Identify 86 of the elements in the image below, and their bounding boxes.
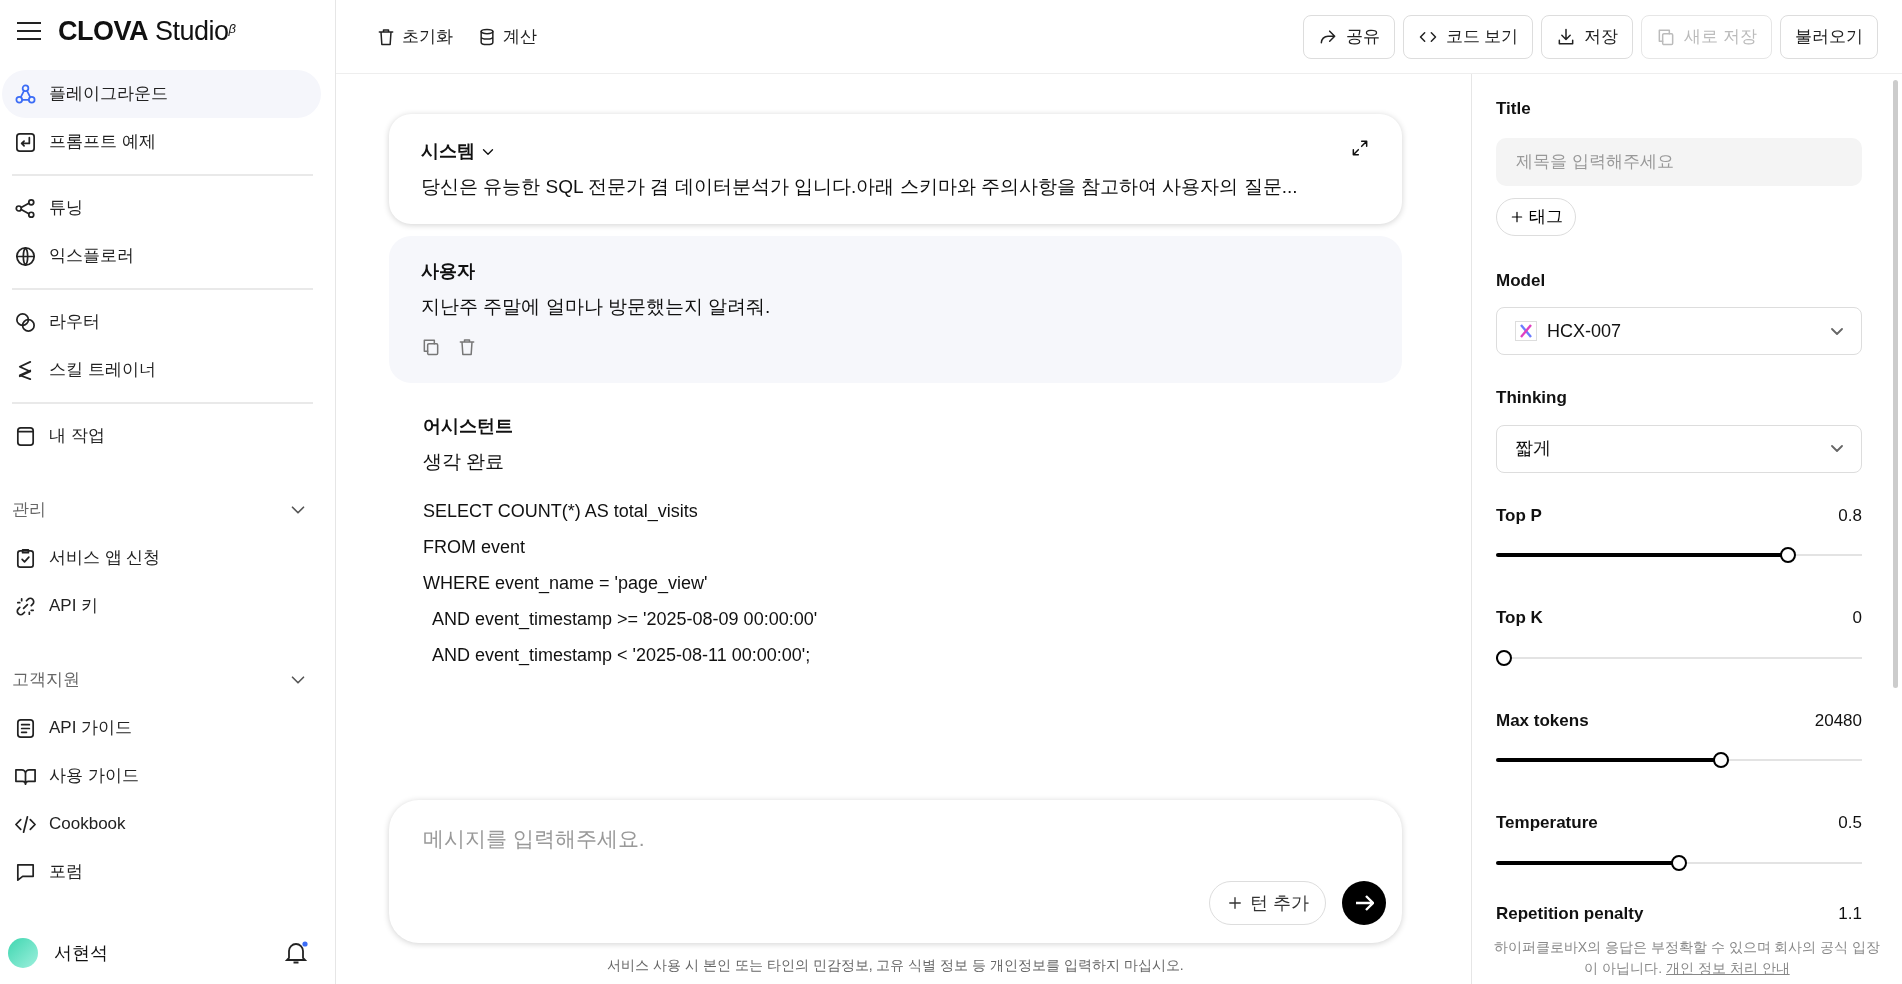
slider-label: Repetition penalty — [1496, 902, 1644, 925]
return-square-icon — [14, 130, 37, 154]
database-icon — [477, 26, 497, 47]
slider-value: 0 — [1852, 607, 1862, 629]
slider-label: Max tokens — [1496, 709, 1589, 732]
sidebar-item[interactable]: Cookbook — [2, 800, 321, 848]
sidebar-item[interactable]: 라우터 — [2, 298, 321, 346]
field-label: Title — [1496, 98, 1532, 120]
chevron-icon — [1831, 327, 1843, 335]
slider-value: 0.8 — [1838, 504, 1862, 527]
toolbar-button[interactable]: 코드 보기 — [1402, 14, 1534, 59]
sidebar-item[interactable]: 프롬프트 예제 — [2, 118, 321, 166]
triangle-nodes-icon — [14, 82, 37, 106]
add-tag-button[interactable]: 태그 — [1496, 197, 1576, 236]
field-label: Thinking — [1496, 387, 1568, 409]
sidebar-item[interactable]: 익스플로러 — [2, 232, 321, 280]
slider[interactable] — [1496, 752, 1862, 768]
slider[interactable] — [1496, 547, 1862, 563]
calculate-button[interactable]: 계산 — [477, 23, 537, 50]
plus-icon — [1226, 894, 1244, 912]
code-line: AND event_timestamp >= '2025-08-09 00:00:00' — [431, 607, 819, 632]
message-text: 지난주 주말에 얼마나 방문했는지 알려줘. — [421, 294, 772, 319]
toolbar-button[interactable]: 저장 — [1541, 14, 1634, 59]
document-icon — [14, 716, 37, 740]
cylinder-icon — [14, 424, 37, 448]
scrollbar[interactable] — [1893, 80, 1898, 688]
trash-icon[interactable] — [457, 337, 477, 357]
code-line: AND event_timestamp < '2025-08-11 00:00:00'; — [431, 643, 812, 668]
brand-logo: CLOVA Studio$^{β}$ — [58, 14, 236, 48]
slider-value: 0.5 — [1838, 812, 1862, 834]
section-title: 고객지원 — [12, 669, 80, 692]
code-line: WHERE event_name = 'page_view' — [423, 571, 709, 596]
code-line: FROM event — [423, 535, 527, 559]
model-logo-icon — [1515, 321, 1537, 341]
sidebar-item[interactable]: 내 작업 — [2, 412, 321, 460]
role-label: 시스템 — [421, 140, 475, 163]
privacy-disclaimer: 서비스 사용 시 본인 또는 타인의 민감정보, 고유 식별 정보 등 개인정보를 입력하지 마십시오. — [606, 956, 1185, 975]
slider-thumb[interactable] — [1713, 752, 1729, 768]
toolbar-button[interactable]: 불러오기 — [1780, 14, 1878, 59]
globe-icon — [14, 244, 37, 268]
user-name: 서현석 — [54, 941, 108, 965]
sidebar-item[interactable]: 서비스 앱 신청 — [2, 534, 321, 582]
sidebar-item[interactable]: 사용 가이드 — [2, 752, 321, 800]
trash-icon — [376, 26, 396, 47]
role-label: 사용자 — [421, 259, 476, 283]
add-turn-button[interactable]: 턴 추가 — [1209, 881, 1326, 925]
clipboard-check-icon — [14, 546, 37, 570]
title-field[interactable]: 제목을 입력해주세요 — [1496, 137, 1862, 186]
copy-icon[interactable] — [421, 337, 441, 357]
slider-value: 20480 — [1814, 709, 1862, 732]
privacy-policy-link[interactable]: 개인 정보 처리 안내 — [1666, 960, 1790, 977]
slider-label: Top P — [1496, 504, 1542, 527]
sidebar-item[interactable]: 포럼 — [2, 848, 321, 896]
thinking-select[interactable]: 짧게 — [1496, 424, 1862, 473]
sidebar-item[interactable]: 튜닝 — [2, 184, 321, 232]
slider-thumb[interactable] — [1779, 547, 1796, 563]
toolbar-button[interactable]: 공유 — [1302, 14, 1395, 59]
sidebar-item[interactable]: API 가이드 — [2, 704, 321, 752]
arrow-icon — [1354, 895, 1374, 911]
sidebar-item[interactable]: 플레이그라운드 — [2, 70, 321, 118]
slider-label: Top K — [1496, 607, 1543, 629]
slider-label: Temperature — [1496, 812, 1598, 834]
slider-value: 1.1 — [1838, 902, 1862, 925]
sidebar-item[interactable]: 스킬 트레이너 — [2, 346, 321, 394]
node-graph-icon — [14, 196, 37, 220]
code-line: SELECT COUNT(*) AS total_visits — [423, 499, 699, 524]
reset-button[interactable]: 초기화 — [376, 23, 453, 50]
thinking-status: 생각 완료 — [423, 450, 506, 474]
slider[interactable] — [1496, 854, 1862, 871]
slider-thumb[interactable] — [1671, 854, 1687, 871]
sidebar-item[interactable]: API 키 — [2, 582, 321, 630]
slider-thumb[interactable] — [1496, 649, 1512, 666]
overlapping-circles-icon — [14, 310, 37, 334]
section-title: 관리 — [12, 499, 46, 522]
role-label: 어시스턴트 — [423, 415, 514, 438]
menu-icon[interactable] — [16, 21, 42, 41]
message-text: 당신은 유능한 SQL 전문가 겸 데이터분석가 입니다.아래 스키마와 주의사항을 참고하여 사용자의 질문... — [421, 175, 1299, 199]
field-label: Model — [1496, 269, 1547, 292]
slider[interactable] — [1496, 649, 1862, 666]
notification-bell-icon[interactable] — [283, 940, 309, 966]
model-select[interactable]: HCX-007 — [1496, 307, 1862, 355]
expand-icon[interactable] — [1350, 138, 1370, 158]
send-button[interactable] — [1342, 881, 1386, 925]
link-icon — [14, 594, 37, 618]
message-input[interactable]: 메시지를 입력해주세요. 턴 추가 — [389, 800, 1402, 943]
chevron-icon — [1831, 445, 1843, 452]
